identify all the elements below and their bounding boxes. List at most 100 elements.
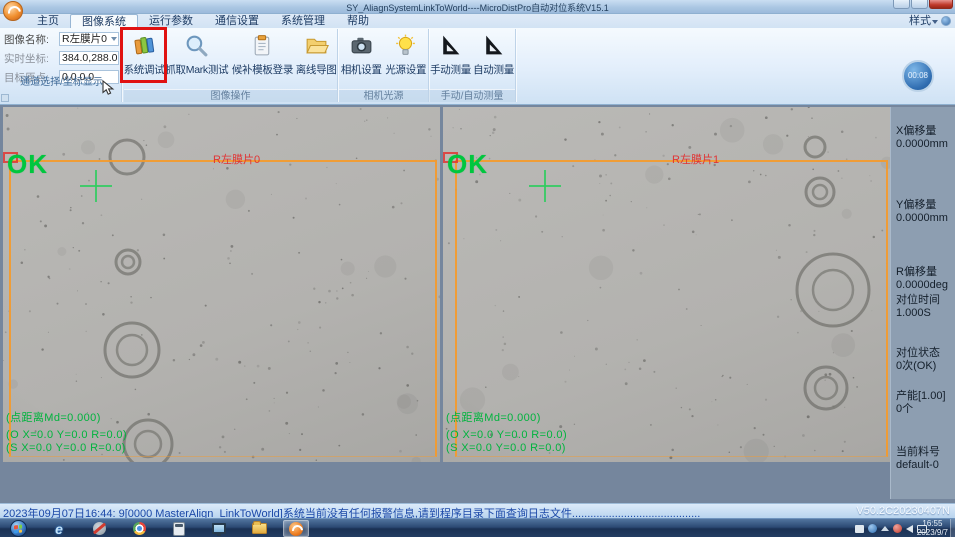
readout-label: 对位时间: [896, 294, 940, 306]
group-label-image-ops: 图像操作: [124, 89, 337, 102]
readout-align-time: 对位时间1.000S: [896, 294, 953, 319]
taskbar: e 16:55 2023/9/7: [0, 518, 955, 537]
tab-home[interactable]: 主页: [26, 14, 70, 28]
combo-dropdown-icon[interactable]: [111, 37, 117, 41]
readout-r-offset: R偏移量0.0000deg: [896, 266, 953, 291]
realtime-coord-row: 实时坐标: 384.0,288.0: [4, 50, 119, 66]
manual-measure-button[interactable]: 手动测量: [429, 29, 472, 89]
camera-icon: [349, 33, 374, 58]
readout-part-number: 当前料号default-0: [896, 446, 953, 471]
title-bar: SY_AliagnSystemLinkToWorld----MicroDistP…: [0, 0, 955, 14]
image-name-row: 图像名称: R左膜片0: [4, 31, 119, 47]
readout-value: default-0: [896, 459, 939, 471]
tray-expand-icon[interactable]: [881, 526, 889, 531]
chevron-down-icon: [932, 20, 938, 24]
tab-help[interactable]: 帮助: [336, 14, 380, 28]
readout-value: 0.0000mm: [896, 212, 948, 224]
app-window: SY_AliagnSystemLinkToWorld----MicroDistP…: [0, 0, 955, 537]
button-label: 光源设置: [385, 62, 426, 77]
close-button[interactable]: [929, 0, 953, 9]
tab-image-system[interactable]: 图像系统: [70, 14, 138, 28]
readout-value: 0个: [896, 403, 913, 415]
tab-system-mgmt[interactable]: 系统管理: [270, 14, 336, 28]
light-settings-button[interactable]: 光源设置: [384, 29, 429, 89]
style-icon[interactable]: [941, 16, 951, 26]
overlay-line: (S X=0.0 Y=0.0 R=0.0): [6, 442, 126, 454]
offline-map-button[interactable]: 离线导图: [295, 29, 337, 89]
group-label-camera-light: 相机光源: [339, 89, 428, 102]
annotation-highlight-box: [120, 27, 167, 83]
taskbar-clock[interactable]: 16:55 2023/9/7: [917, 520, 948, 537]
status-bar: 2023年09月07日16:44: 9[0000 MasterAlign_Lin…: [0, 503, 955, 518]
mouse-cursor: [102, 80, 115, 96]
readout-capacity: 产能[1.00]0个: [896, 390, 953, 415]
readout-sidebar: X偏移量0.0000mm Y偏移量0.0000mm R偏移量0.0000deg …: [890, 107, 955, 499]
app-logo-icon[interactable]: [3, 1, 23, 21]
button-label: 抓取Mark测试: [165, 62, 228, 77]
panel-expander[interactable]: [1, 94, 9, 102]
image-name-label: 图像名称:: [4, 32, 59, 47]
magnifier-icon: [184, 33, 209, 58]
camera-title: R左膜片0: [213, 151, 260, 167]
grab-mark-test-button[interactable]: 抓取Mark测试: [164, 29, 230, 89]
ribbon-group-measure: 手动测量 自动测量 手动/自动测量: [429, 29, 516, 102]
overlay-line: (O X=0.0 Y=0.0 R=0.0): [446, 429, 567, 441]
readout-value: 0次(OK): [896, 360, 936, 372]
version-label: V50.2C20230407N: [856, 505, 950, 517]
camera-settings-button[interactable]: 相机设置: [339, 29, 384, 89]
taskbar-explorer-button[interactable]: [246, 520, 272, 537]
readout-label: 当前料号: [896, 446, 940, 458]
auto-measure-button[interactable]: 自动测量: [472, 29, 515, 89]
menu-bar: 主页 图像系统 运行参数 通信设置 系统管理 帮助 样式: [0, 14, 955, 28]
maximize-button[interactable]: [911, 0, 928, 9]
readout-value: 0.0000mm: [896, 138, 948, 150]
readout-label: R偏移量: [896, 266, 937, 278]
language-icon[interactable]: [855, 525, 864, 533]
readout-y-offset: Y偏移量0.0000mm: [896, 199, 953, 224]
triangle-ruler-icon: [481, 33, 506, 58]
triangle-ruler-icon: [438, 33, 463, 58]
calculator-icon: [173, 522, 185, 536]
folder-open-icon: [304, 33, 329, 58]
ribbon-group-camera-light: 相机设置 光源设置 相机光源: [339, 29, 429, 102]
volume-icon[interactable]: [906, 525, 913, 533]
main-area: OK R左膜片0 (点距离Md=0.000) (O X=0.0 Y=0.0 R=…: [0, 105, 955, 503]
bulb-icon: [393, 33, 418, 58]
camera-view-right[interactable]: OK R左膜片1 (点距离Md=0.000) (O X=0.0 Y=0.0 R=…: [443, 107, 890, 462]
realtime-coord-field[interactable]: 384.0,288.0: [59, 51, 119, 65]
readout-x-offset: X偏移量0.0000mm: [896, 125, 953, 150]
tray-app-icon[interactable]: [868, 524, 877, 533]
taskbar-calculator-button[interactable]: [166, 520, 192, 537]
taskbar-align-app-button[interactable]: [283, 520, 309, 537]
window-title: SY_AliagnSystemLinkToWorld----MicroDistP…: [0, 1, 955, 14]
minimize-button[interactable]: [893, 0, 910, 9]
show-desktop-button[interactable]: [950, 519, 955, 537]
start-button[interactable]: [5, 520, 31, 537]
group-label-measure: 手动/自动测量: [429, 89, 515, 102]
taskbar-ie-button[interactable]: e: [46, 520, 72, 537]
window-controls: [892, 0, 953, 9]
crosshair-icon: [80, 170, 112, 202]
button-label: 离线导图: [296, 62, 337, 77]
realtime-coord-value: 384.0,288.0: [62, 52, 117, 64]
camera-view-left[interactable]: OK R左膜片0 (点距离Md=0.000) (O X=0.0 Y=0.0 R=…: [3, 107, 440, 462]
menu-tabs: 主页 图像系统 运行参数 通信设置 系统管理 帮助: [26, 14, 380, 28]
image-name-value: R左膜片0: [62, 33, 107, 45]
template-register-button[interactable]: 候补模板登录: [230, 29, 296, 89]
overlay-line: (S X=0.0 Y=0.0 R=0.0): [446, 442, 566, 454]
taskbar-computer-button[interactable]: [206, 520, 232, 537]
button-label: 候补模板登录: [232, 62, 293, 77]
realtime-coord-label: 实时坐标:: [4, 51, 59, 66]
image-name-combobox[interactable]: R左膜片0: [59, 32, 119, 46]
tray-alert-icon[interactable]: [893, 524, 902, 533]
tab-comm-settings[interactable]: 通信设置: [204, 14, 270, 28]
readout-label: 对位状态: [896, 347, 940, 359]
taskbar-tool-button[interactable]: [86, 520, 112, 537]
windows-orb-icon: [10, 520, 27, 537]
taskbar-chrome-button[interactable]: [126, 520, 152, 537]
style-button[interactable]: 样式: [909, 14, 931, 28]
tab-run-params[interactable]: 运行参数: [138, 14, 204, 28]
readout-label: X偏移量: [896, 125, 936, 137]
overlay-line: (O X=0.0 Y=0.0 R=0.0): [6, 429, 127, 441]
status-ok-text: OK: [7, 149, 48, 180]
